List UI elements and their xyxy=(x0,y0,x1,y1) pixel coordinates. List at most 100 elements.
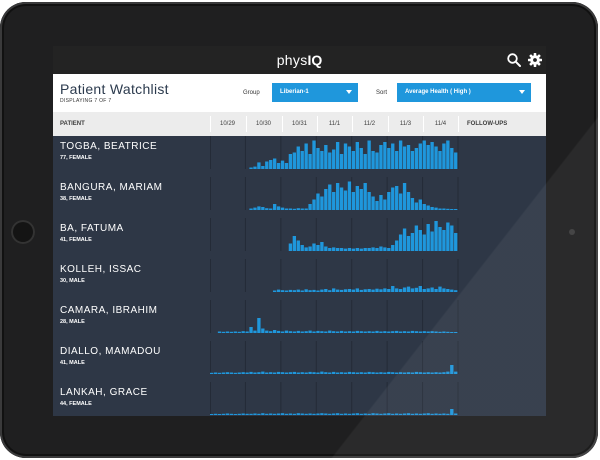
activity-bar xyxy=(304,143,308,169)
activity-bar xyxy=(343,413,348,415)
activity-bar xyxy=(304,289,308,292)
sort-dropdown-value: Average Health ( High ) xyxy=(405,89,471,95)
activity-bar xyxy=(280,413,285,415)
activity-bar xyxy=(446,371,450,374)
patient-row[interactable]: BA, FATUMA 41, FEMALE xyxy=(53,218,546,251)
activity-bar xyxy=(257,413,261,415)
patient-age-sex: 44, FEMALE xyxy=(60,401,92,407)
activity-bar xyxy=(395,288,399,292)
activity-bar xyxy=(418,372,422,374)
activity-bar xyxy=(221,372,226,374)
activity-bar xyxy=(430,142,434,169)
activity-bar xyxy=(312,243,316,251)
column-header-patient[interactable]: PATIENT xyxy=(60,112,85,136)
patient-row[interactable]: KOLLEH, ISSAC 30, MALE xyxy=(53,259,546,292)
top-bar: physIQ xyxy=(53,46,546,74)
activity-bar xyxy=(367,413,371,415)
activity-bar xyxy=(320,289,324,292)
activity-bar xyxy=(363,413,367,415)
day-gridline xyxy=(210,341,211,374)
activity-bar xyxy=(292,331,297,333)
day-gridline xyxy=(422,259,424,292)
activity-bar xyxy=(257,162,261,169)
activity-bar xyxy=(249,371,253,374)
day-gridline xyxy=(244,341,246,374)
home-button[interactable] xyxy=(11,220,35,244)
activity-sparkline xyxy=(210,177,459,210)
activity-bar xyxy=(332,371,336,374)
activity-bar xyxy=(363,248,367,251)
patient-row[interactable]: LANKAH, GRACE 44, FEMALE xyxy=(53,382,546,415)
day-gridline xyxy=(351,382,353,415)
activity-bar xyxy=(276,206,281,210)
activity-bar xyxy=(454,290,458,292)
patient-row[interactable]: DIALLO, MAMADOU 41, MALE xyxy=(53,341,546,374)
column-header-followups: FOLLOW-UPS xyxy=(467,121,508,127)
activity-bar xyxy=(292,152,297,169)
activity-bar xyxy=(320,196,324,210)
activity-bar xyxy=(288,289,293,292)
day-gridline xyxy=(280,259,282,292)
activity-bar xyxy=(284,372,289,374)
activity-bar xyxy=(454,209,458,210)
sort-dropdown[interactable]: Average Health ( High ) xyxy=(397,83,531,102)
column-header-date: 11/4 xyxy=(434,121,447,127)
activity-bar xyxy=(280,207,285,210)
activity-bar xyxy=(249,413,253,415)
day-gridline xyxy=(422,382,424,415)
column-header-date: 10/30 xyxy=(255,121,271,127)
activity-bar xyxy=(308,290,312,292)
patient-row[interactable]: CAMARA, IBRAHIM 28, MALE xyxy=(53,300,546,333)
patient-row[interactable]: TOGBA, BEATRICE 77, FEMALE xyxy=(53,136,546,169)
activity-bar xyxy=(296,289,300,292)
activity-bar xyxy=(351,331,356,333)
activity-bar xyxy=(343,289,348,292)
app-screen: physIQ Patient Watchlist DISPLAYING 7 OF… xyxy=(53,46,546,416)
activity-bar xyxy=(359,148,363,169)
activity-bar xyxy=(351,372,356,374)
activity-bar xyxy=(269,160,273,169)
activity-bar xyxy=(406,236,411,251)
activity-bar xyxy=(296,146,300,169)
activity-bar xyxy=(426,413,430,415)
activity-bar xyxy=(363,331,367,333)
activity-bar xyxy=(414,331,419,333)
activity-bar xyxy=(276,289,281,292)
activity-bar xyxy=(434,207,438,210)
activity-bar xyxy=(316,245,320,251)
patient-row[interactable]: BANGURA, MARIAM 38, FEMALE xyxy=(53,177,546,210)
activity-bar xyxy=(284,163,289,169)
activity-bar xyxy=(367,331,371,333)
activity-bar xyxy=(363,289,367,292)
activity-bar xyxy=(402,331,407,333)
activity-bar xyxy=(328,372,332,374)
activity-bar xyxy=(383,247,387,251)
activity-bar xyxy=(426,205,430,210)
activity-bar xyxy=(454,371,458,374)
gear-icon[interactable] xyxy=(527,52,543,68)
activity-bar xyxy=(434,221,438,251)
column-divider xyxy=(352,116,353,132)
activity-bar xyxy=(339,289,344,292)
activity-bar xyxy=(347,331,352,333)
activity-bar xyxy=(284,290,289,292)
activity-bar xyxy=(363,154,367,169)
activity-bar xyxy=(249,208,253,210)
activity-bar xyxy=(292,413,297,415)
search-icon[interactable] xyxy=(506,52,522,68)
activity-bar xyxy=(410,288,415,292)
activity-bar xyxy=(438,413,442,415)
activity-bar xyxy=(418,286,422,292)
activity-bar xyxy=(328,290,332,292)
activity-bar xyxy=(367,289,371,292)
activity-bar xyxy=(210,372,214,374)
activity-bar xyxy=(347,248,352,251)
day-gridline xyxy=(210,218,211,251)
activity-bar xyxy=(395,413,399,415)
activity-bar xyxy=(406,192,411,210)
activity-bar xyxy=(454,152,458,169)
activity-bar xyxy=(387,371,391,374)
day-gridline xyxy=(210,300,211,333)
group-dropdown[interactable]: Liberian-1 xyxy=(272,83,358,102)
activity-bar xyxy=(261,166,265,169)
